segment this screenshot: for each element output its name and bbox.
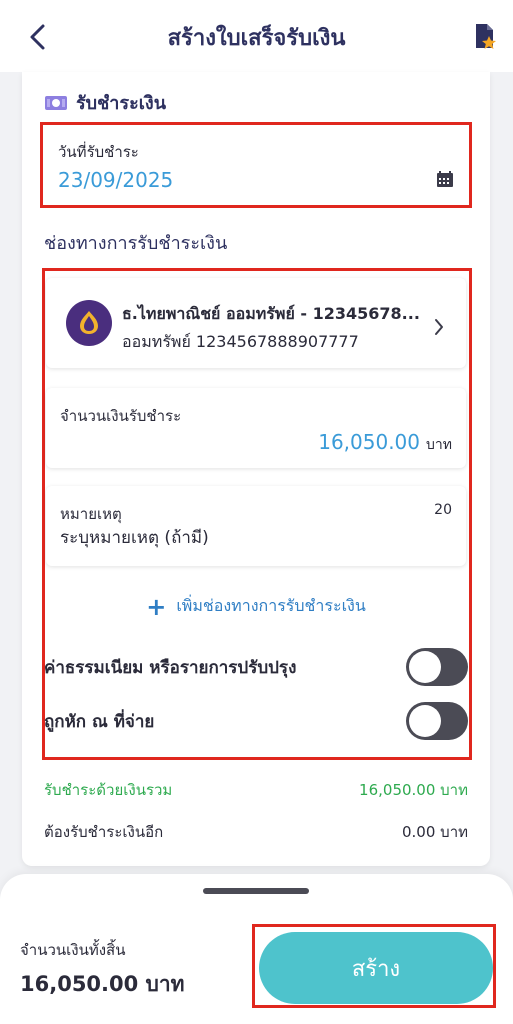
chevron-right-icon [435, 319, 443, 335]
bank-account-selector[interactable]: ธ.ไทยพาณิชย์ ออมทรัพย์ - 12345678... ออม… [46, 278, 466, 368]
grand-total-value: 16,050.00 บาท [20, 972, 185, 996]
grand-total-label: จำนวนเงินทั้งสิ้น [20, 941, 126, 959]
cash-icon [45, 95, 67, 110]
top-bar: สร้างใบเสร็จรับเงิน [0, 0, 513, 72]
fee-toggle-row: ค่าธรรมเนียม หรือรายการปรับปรุง [44, 648, 468, 686]
note-char-count: 20 [434, 502, 452, 518]
note-input[interactable] [60, 528, 440, 548]
amount-value-row: 16,050.00 บาท [318, 430, 452, 456]
payment-section-title: รับชำระเงิน [76, 93, 166, 114]
fee-toggle-label: ค่าธรรมเนียม หรือรายการปรับปรุง [44, 657, 297, 678]
withholding-toggle-row: ถูกหัก ณ ที่จ่าย [44, 702, 468, 740]
document-star-icon[interactable] [473, 22, 497, 50]
plus-icon: + [146, 592, 167, 621]
bottom-sheet: จำนวนเงินทั้งสิ้น 16,050.00 บาท สร้าง [0, 874, 513, 1024]
bank-name: ธ.ไทยพาณิชย์ ออมทรัพย์ - 12345678... [122, 304, 420, 323]
sheet-handle[interactable] [203, 888, 309, 894]
amount-label: จำนวนเงินรับชำระ [60, 407, 182, 425]
remaining-value: 0.00 บาท [402, 823, 468, 841]
amount-unit: บาท [426, 437, 452, 453]
withholding-toggle[interactable] [406, 702, 468, 740]
remaining-row: ต้องรับชำระเงินอีก 0.00 บาท [44, 820, 468, 844]
add-payment-channel-label: เพิ่มช่องทางการรับชำระเงิน [176, 596, 366, 615]
date-highlight [40, 122, 472, 208]
remaining-label: ต้องรับชำระเงินอีก [44, 823, 164, 841]
calendar-icon[interactable] [436, 170, 454, 188]
paid-total-row: รับชำระด้วยเงินรวม 16,050.00 บาท [44, 778, 468, 802]
withholding-toggle-knob [409, 705, 441, 737]
withholding-toggle-label: ถูกหัก ณ ที่จ่าย [44, 711, 155, 732]
fee-toggle[interactable] [406, 648, 468, 686]
payment-channels-title: ช่องทางการรับชำระเงิน [44, 233, 228, 254]
payment-card: รับชำระเงิน วันที่รับชำระ 23/09/2025 ช่อ… [22, 72, 490, 866]
bank-account-number: ออมทรัพย์ 1234567888907777 [122, 332, 359, 351]
payment-date-field[interactable]: 23/09/2025 [58, 168, 173, 192]
add-payment-channel-button[interactable]: + เพิ่มช่องทางการรับชำระเงิน [22, 594, 490, 619]
amount-field[interactable]: จำนวนเงินรับชำระ 16,050.00 บาท [46, 388, 466, 468]
bank-logo [66, 300, 112, 346]
note-field: หมายเหตุ 20 [46, 486, 466, 566]
payment-section-header: รับชำระเงิน [44, 88, 166, 117]
page-title: สร้างใบเสร็จรับเงิน [167, 26, 346, 51]
paid-total-label: รับชำระด้วยเงินรวม [44, 781, 173, 799]
note-label: หมายเหตุ [60, 505, 122, 523]
fee-toggle-knob [409, 651, 441, 683]
create-button[interactable]: สร้าง [259, 932, 493, 1004]
amount-value: 16,050.00 [318, 430, 421, 454]
payment-date-label: วันที่รับชำระ [58, 143, 139, 161]
paid-total-value: 16,050.00 บาท [359, 781, 468, 799]
bank-emblem-icon [80, 311, 98, 334]
